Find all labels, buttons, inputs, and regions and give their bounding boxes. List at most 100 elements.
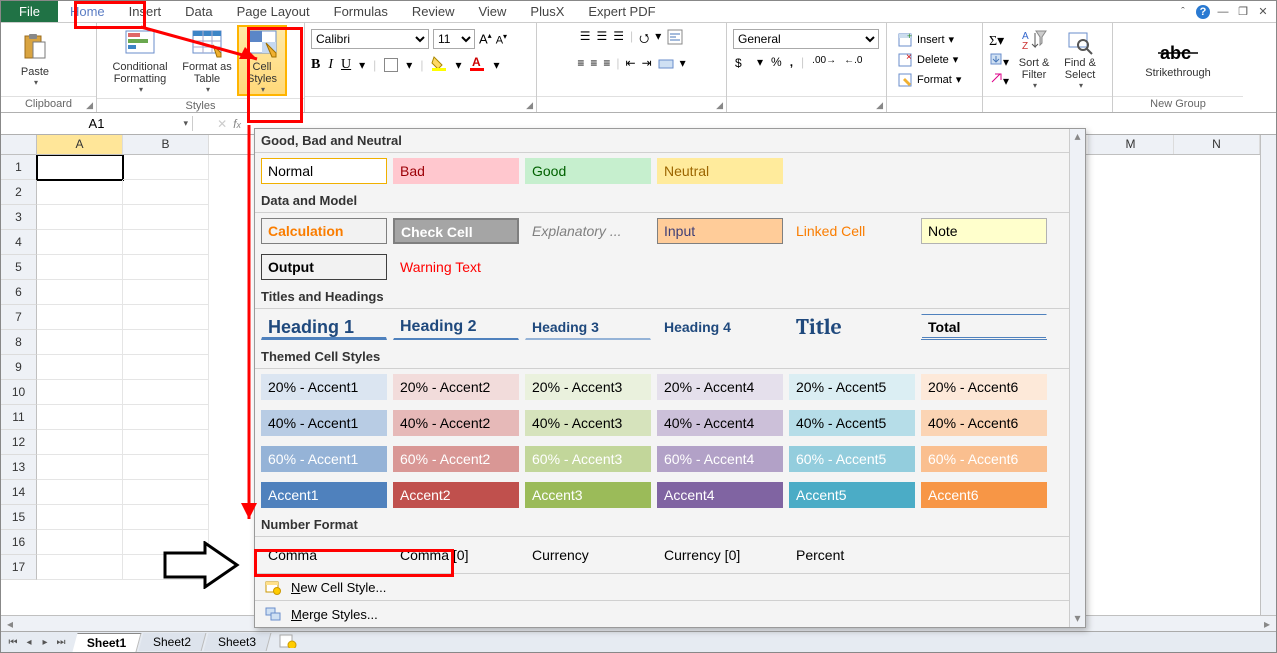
accounting-format-icon[interactable]: $ [733,55,749,74]
autosum-icon[interactable]: Σ▾ [989,32,1009,50]
font-dialog-launcher[interactable]: ◢ [526,100,533,111]
gallery-scrollbar[interactable]: ▴ ▾ [1069,129,1085,627]
decrease-decimal-icon[interactable]: ←.0 [844,55,862,74]
row-header[interactable]: 15 [1,505,37,530]
style-accent[interactable]: 20% - Accent4 [657,374,783,400]
cell[interactable] [37,280,123,305]
bold-button[interactable]: B [311,57,320,73]
style-accent[interactable]: 20% - Accent6 [921,374,1047,400]
style-accent[interactable]: 20% - Accent1 [261,374,387,400]
style-warning-text[interactable]: Warning Text [393,254,519,280]
row-header[interactable]: 1 [1,155,37,180]
style-heading2[interactable]: Heading 2 [393,314,519,340]
cell[interactable] [37,330,123,355]
tab-file[interactable]: File [1,1,58,22]
cell[interactable] [123,280,209,305]
cell[interactable] [37,480,123,505]
align-right-icon[interactable]: ≡ [603,56,610,75]
strikethrough-button[interactable]: abc Strikethrough [1119,39,1237,81]
paste-button[interactable]: Paste▾ [7,30,63,89]
style-currency[interactable]: Currency [525,542,651,568]
comma-format-icon[interactable]: , [790,55,793,74]
style-bad[interactable]: Bad [393,158,519,184]
cancel-formula-icon[interactable]: ✕ [217,117,227,131]
tab-data[interactable]: Data [173,1,224,22]
cell[interactable] [37,430,123,455]
cell[interactable] [123,455,209,480]
sheet-nav-last-icon[interactable]: ⏭ [53,637,69,648]
style-accent[interactable]: 60% - Accent5 [789,446,915,472]
style-accent[interactable]: Accent4 [657,482,783,508]
clear-icon[interactable]: ▾ [989,71,1009,88]
grow-font-icon[interactable]: A▴ [479,31,492,46]
cell[interactable] [123,305,209,330]
cell[interactable] [37,230,123,255]
alignment-dialog-launcher[interactable]: ◢ [716,100,723,111]
tab-review[interactable]: Review [400,1,467,22]
cell[interactable] [123,230,209,255]
new-cell-style-menuitem[interactable]: New Cell Style... [255,573,1085,600]
style-neutral[interactable]: Neutral [657,158,783,184]
cell[interactable] [123,430,209,455]
style-accent[interactable]: 40% - Accent4 [657,410,783,436]
cell[interactable] [37,505,123,530]
align-left-icon[interactable]: ≡ [577,56,584,75]
cell[interactable] [123,355,209,380]
name-box-dropdown-icon[interactable]: ▾ [183,118,188,129]
name-box-input[interactable] [42,116,152,131]
style-explanatory[interactable]: Explanatory ... [525,218,651,244]
window-restore-icon[interactable]: ❐ [1236,5,1250,19]
conditional-formatting-button[interactable]: Conditional Formatting▾ [103,25,177,96]
row-header[interactable]: 12 [1,430,37,455]
tab-expert-pdf[interactable]: Expert PDF [576,1,667,22]
style-linked-cell[interactable]: Linked Cell [789,218,915,244]
style-accent[interactable]: 20% - Accent5 [789,374,915,400]
sort-filter-button[interactable]: AZ Sort & Filter▾ [1013,27,1055,92]
style-accent[interactable]: Accent2 [393,482,519,508]
style-heading4[interactable]: Heading 4 [657,314,783,340]
fill-icon[interactable]: ▾ [989,52,1009,69]
style-heading3[interactable]: Heading 3 [525,314,651,340]
column-header[interactable]: N [1174,135,1260,154]
tab-home[interactable]: Home [58,1,117,22]
cell[interactable] [123,330,209,355]
merge-styles-menuitem[interactable]: Merge Styles... [255,600,1085,627]
style-input[interactable]: Input [657,218,783,244]
style-calculation[interactable]: Calculation [261,218,387,244]
column-header[interactable]: B [123,135,209,154]
insert-cells-button[interactable]: +Insert▾ [893,31,965,49]
format-as-table-button[interactable]: Format as Table▾ [179,25,235,96]
align-bottom-icon[interactable]: ☰ [613,29,624,50]
sheet-tab[interactable]: Sheet2 [139,633,207,651]
style-accent[interactable]: 40% - Accent3 [525,410,651,436]
cell-styles-button[interactable]: Cell Styles▾ [237,25,287,96]
percent-format-icon[interactable]: % [771,55,782,74]
row-header[interactable]: 2 [1,180,37,205]
style-output[interactable]: Output [261,254,387,280]
window-close-icon[interactable]: ✕ [1256,5,1270,19]
sheet-nav-next-icon[interactable]: ▸ [37,637,53,648]
font-size-select[interactable]: 11 [433,29,475,49]
style-accent[interactable]: 20% - Accent3 [525,374,651,400]
row-header[interactable]: 9 [1,355,37,380]
row-header[interactable]: 7 [1,305,37,330]
font-color-button[interactable]: A [469,55,485,74]
cell[interactable] [37,205,123,230]
row-header[interactable]: 16 [1,530,37,555]
style-accent[interactable]: 40% - Accent6 [921,410,1047,436]
cell[interactable] [37,555,123,580]
row-header[interactable]: 4 [1,230,37,255]
row-header[interactable]: 17 [1,555,37,580]
shrink-font-icon[interactable]: A▾ [496,32,507,47]
sheet-nav-prev-icon[interactable]: ◂ [21,637,37,648]
decrease-indent-icon[interactable]: ⇤ [626,56,636,75]
tab-insert[interactable]: Insert [117,1,174,22]
increase-decimal-icon[interactable]: .00→ [812,55,836,74]
style-accent[interactable]: Accent6 [921,482,1047,508]
cell[interactable] [123,380,209,405]
cell[interactable] [123,155,209,180]
row-header[interactable]: 14 [1,480,37,505]
find-select-button[interactable]: Find & Select▾ [1059,27,1101,92]
column-header[interactable]: A [37,135,123,154]
style-heading1[interactable]: Heading 1 [261,314,387,340]
